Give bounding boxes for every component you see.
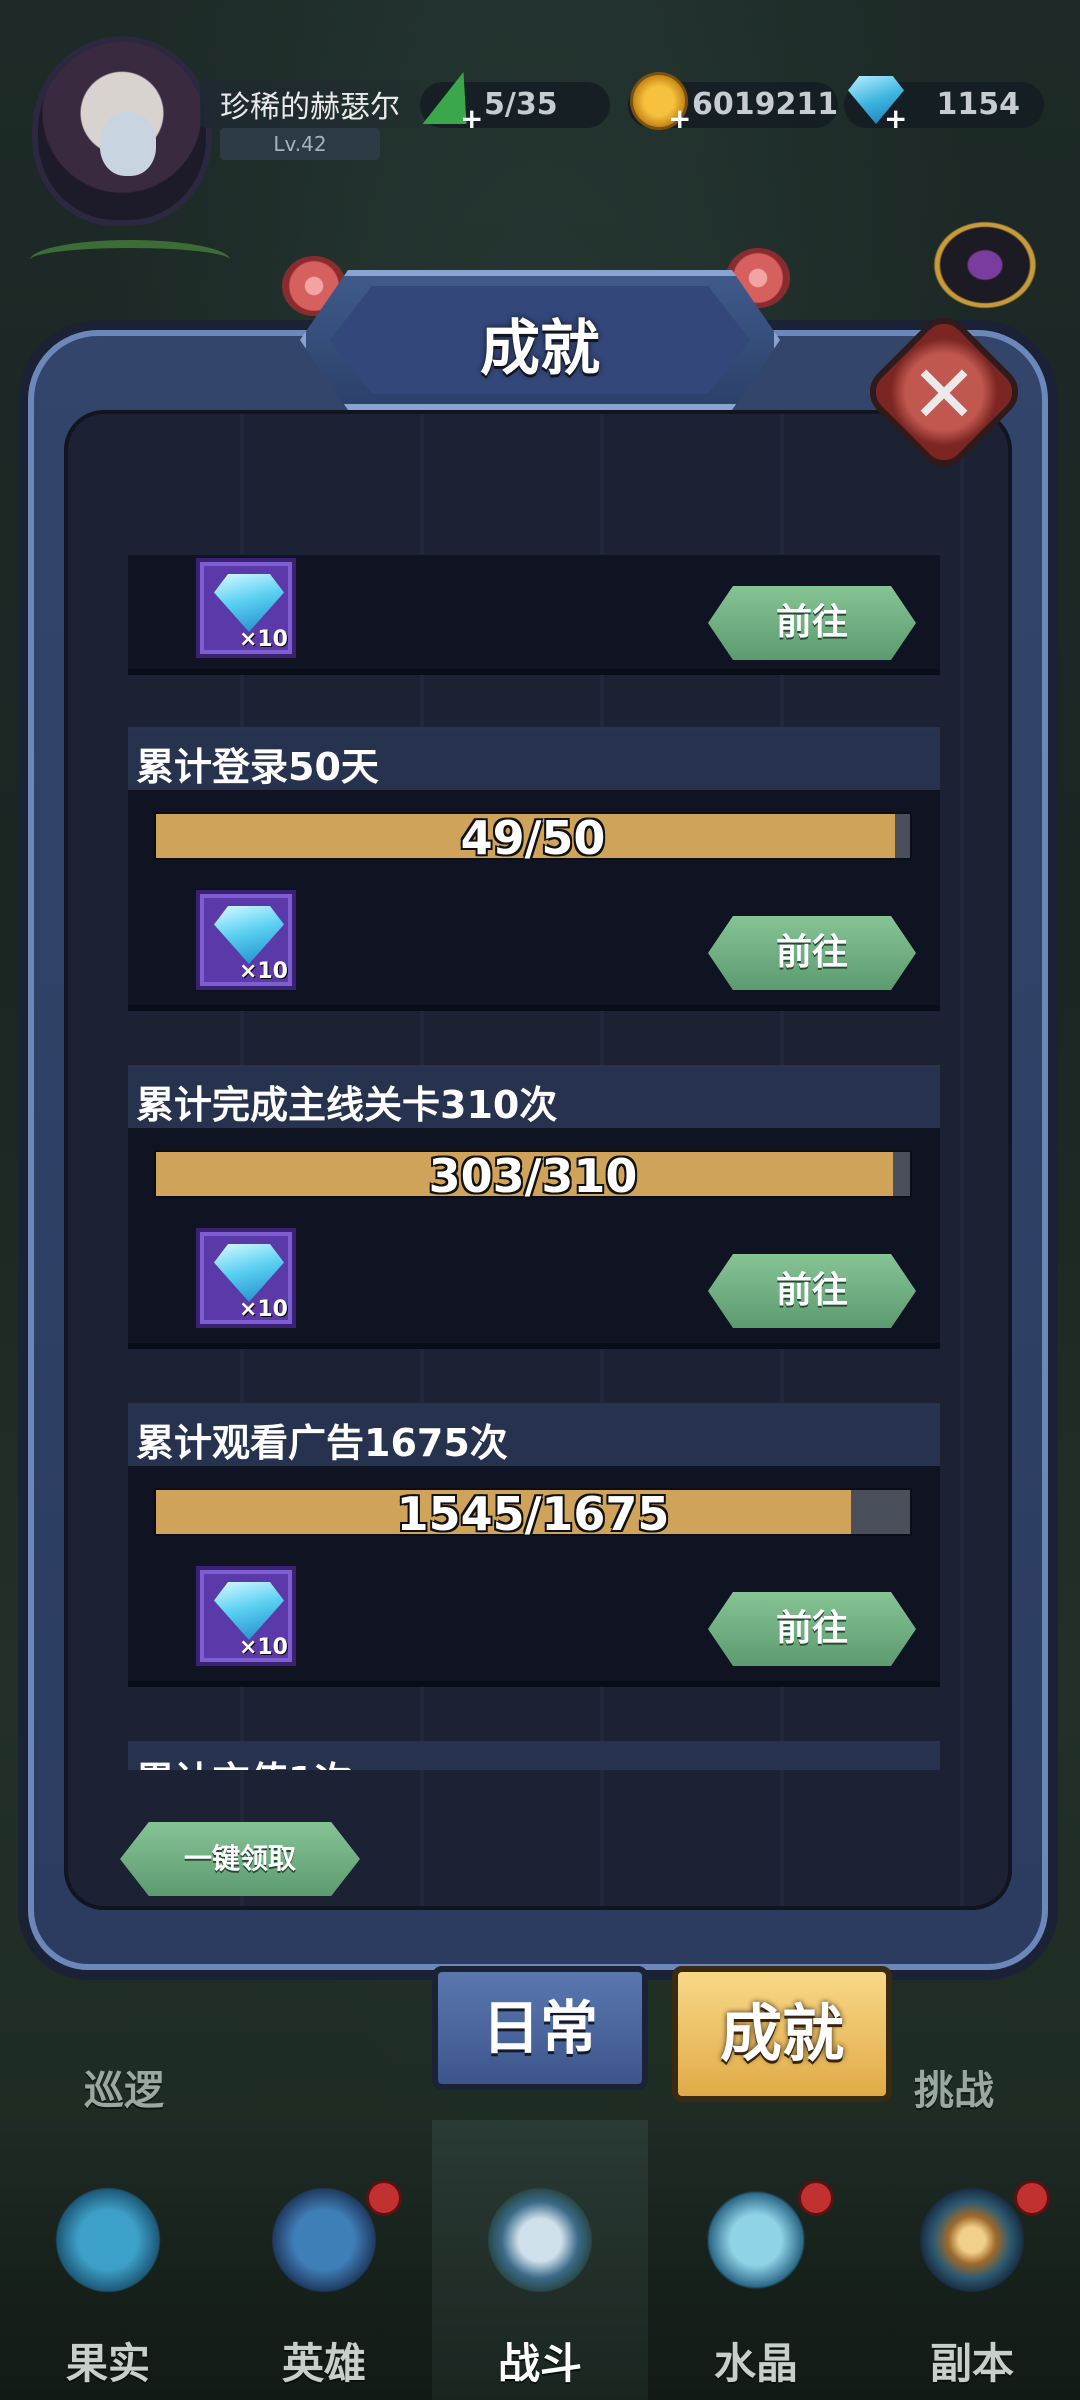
achievement-title: 累计观看广告1675次 bbox=[136, 1421, 508, 1465]
tab-achievements[interactable]: 成就 bbox=[672, 1966, 892, 2102]
achievement-card: 累计观看广告1675次 1545/1675 ×10 前往 bbox=[128, 1403, 940, 1687]
nav-label: 副本 bbox=[929, 2339, 1014, 2388]
diamond-icon bbox=[214, 1244, 284, 1302]
reward-item[interactable]: ×10 bbox=[196, 890, 296, 990]
reward-item[interactable]: ×10 bbox=[196, 1566, 296, 1666]
top-hud: 珍稀的赫瑟尔 Lv.42 + 5/35 + 6019211 + 1154 bbox=[0, 0, 1080, 226]
card-header: 累计登录50天 bbox=[128, 730, 940, 790]
progress-text: 1545/1675 bbox=[396, 1487, 670, 1541]
achievement-card: ×10 前往 bbox=[128, 555, 940, 675]
achievement-title: 累计登录50天 bbox=[136, 745, 379, 789]
reward-count: ×10 bbox=[238, 1635, 288, 1660]
player-avatar[interactable] bbox=[32, 36, 212, 226]
go-button[interactable]: 前往 bbox=[708, 586, 916, 660]
close-icon[interactable]: ✕ bbox=[884, 340, 1004, 450]
patrol-label[interactable]: 巡逻 bbox=[84, 2058, 164, 2116]
modal-title: 成就 bbox=[480, 314, 600, 384]
go-button[interactable]: 前往 bbox=[708, 1254, 916, 1328]
nav-item-dungeon[interactable]: 副本 bbox=[864, 2120, 1080, 2400]
reward-count: ×10 bbox=[238, 959, 288, 984]
reward-count: ×10 bbox=[238, 627, 288, 652]
achievement-card: 累计登录50天 49/50 ×10 前往 bbox=[128, 727, 940, 1011]
achievement-list[interactable]: ×10 前往 累计登录50天 49/50 ×10 前往 累计完成主线关卡310次… bbox=[128, 555, 940, 1770]
gem-resource[interactable]: + 1154 bbox=[844, 76, 1044, 135]
progress-bar: 303/310 bbox=[154, 1149, 912, 1203]
diamond-icon bbox=[214, 574, 284, 632]
notification-dot bbox=[366, 2180, 402, 2216]
notification-dot bbox=[798, 2180, 834, 2216]
card-header: 累计完成主线关卡310次 bbox=[128, 1068, 940, 1128]
achievement-card: 累计充值1次 bbox=[128, 1741, 940, 1770]
fruit-icon bbox=[48, 2180, 168, 2300]
eye-icon[interactable] bbox=[920, 210, 1050, 320]
energy-resource[interactable]: + 5/35 bbox=[420, 72, 610, 135]
battle-icon bbox=[480, 2180, 600, 2300]
bottom-nav: 果实 英雄 战斗 水晶 副本 bbox=[0, 2120, 1080, 2400]
notification-dot bbox=[1014, 2180, 1050, 2216]
go-button[interactable]: 前往 bbox=[708, 1592, 916, 1666]
nav-item-crystal[interactable]: 水晶 bbox=[648, 2120, 864, 2400]
energy-icon: + bbox=[420, 72, 486, 136]
vine-decoration bbox=[30, 240, 230, 280]
reward-count: ×10 bbox=[238, 1297, 288, 1322]
nav-item-hero[interactable]: 英雄 bbox=[216, 2120, 432, 2400]
card-header: 累计充值1次 bbox=[128, 1744, 940, 1770]
player-name: 珍稀的赫瑟尔 bbox=[200, 80, 420, 128]
gem-icon: + bbox=[844, 72, 908, 136]
claim-all-button[interactable]: 一键领取 bbox=[120, 1822, 360, 1896]
achievement-card: 累计完成主线关卡310次 303/310 ×10 前往 bbox=[128, 1065, 940, 1349]
go-button[interactable]: 前往 bbox=[708, 916, 916, 990]
achievement-title: 累计充值1次 bbox=[136, 1750, 352, 1770]
achievement-title: 累计完成主线关卡310次 bbox=[136, 1083, 558, 1127]
nav-label: 水晶 bbox=[713, 2339, 798, 2388]
player-level: Lv.42 bbox=[220, 128, 380, 160]
nav-item-battle[interactable]: 战斗 bbox=[432, 2120, 648, 2400]
diamond-icon bbox=[214, 906, 284, 964]
diamond-icon bbox=[214, 1582, 284, 1640]
progress-bar: 49/50 bbox=[154, 811, 912, 865]
card-header: 累计观看广告1675次 bbox=[128, 1406, 940, 1466]
coin-icon: + bbox=[628, 72, 692, 136]
progress-text: 49/50 bbox=[460, 811, 606, 865]
avatar-face bbox=[100, 112, 156, 176]
nav-label: 果实 bbox=[65, 2339, 150, 2388]
reward-item[interactable]: ×10 bbox=[196, 1228, 296, 1328]
reward-item[interactable]: ×10 bbox=[196, 558, 296, 658]
progress-bar: 1545/1675 bbox=[154, 1487, 912, 1541]
nav-label: 战斗 bbox=[497, 2339, 582, 2388]
challenge-label[interactable]: 挑战 bbox=[914, 2058, 994, 2116]
tab-daily[interactable]: 日常 bbox=[432, 1966, 648, 2090]
nav-item-fruit[interactable]: 果实 bbox=[0, 2120, 216, 2400]
coin-resource[interactable]: + 6019211 bbox=[628, 72, 838, 135]
nav-label: 英雄 bbox=[281, 2339, 366, 2388]
progress-text: 303/310 bbox=[428, 1149, 638, 1203]
